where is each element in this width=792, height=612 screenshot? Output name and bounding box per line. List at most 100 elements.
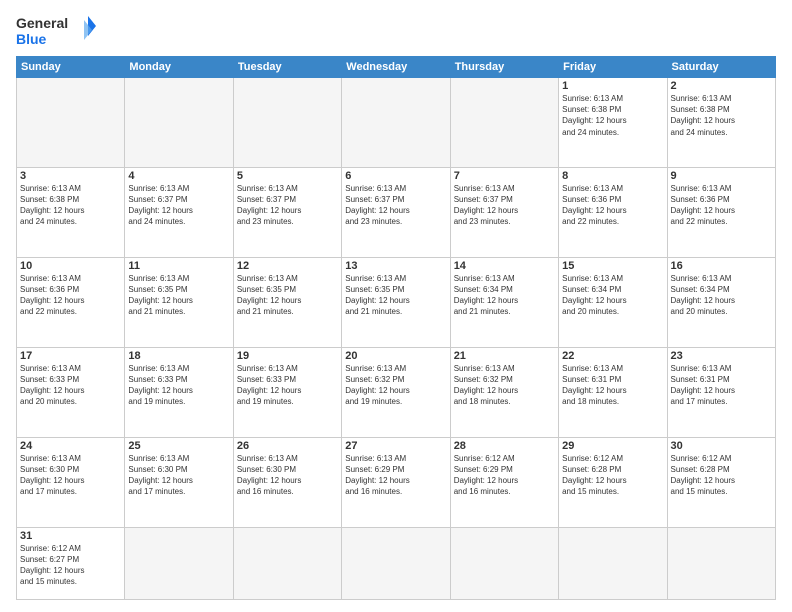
calendar-cell: 20Sunrise: 6:13 AM Sunset: 6:32 PM Dayli… bbox=[342, 347, 450, 437]
day-info: Sunrise: 6:13 AM Sunset: 6:34 PM Dayligh… bbox=[454, 273, 555, 318]
weekday-header-row: Sunday Monday Tuesday Wednesday Thursday… bbox=[17, 57, 776, 78]
calendar-cell: 6Sunrise: 6:13 AM Sunset: 6:37 PM Daylig… bbox=[342, 167, 450, 257]
day-number: 29 bbox=[562, 440, 663, 452]
calendar-table: Sunday Monday Tuesday Wednesday Thursday… bbox=[16, 56, 776, 600]
day-number: 19 bbox=[237, 350, 338, 362]
day-number: 18 bbox=[128, 350, 229, 362]
calendar-cell: 25Sunrise: 6:13 AM Sunset: 6:30 PM Dayli… bbox=[125, 437, 233, 527]
calendar-cell: 8Sunrise: 6:13 AM Sunset: 6:36 PM Daylig… bbox=[559, 167, 667, 257]
calendar-cell: 13Sunrise: 6:13 AM Sunset: 6:35 PM Dayli… bbox=[342, 257, 450, 347]
calendar-cell bbox=[125, 78, 233, 168]
day-number: 24 bbox=[20, 440, 121, 452]
calendar-cell bbox=[342, 78, 450, 168]
logo: General Blue bbox=[16, 12, 96, 50]
calendar-cell: 30Sunrise: 6:12 AM Sunset: 6:28 PM Dayli… bbox=[667, 437, 775, 527]
calendar-cell: 24Sunrise: 6:13 AM Sunset: 6:30 PM Dayli… bbox=[17, 437, 125, 527]
day-number: 28 bbox=[454, 440, 555, 452]
day-number: 10 bbox=[20, 260, 121, 272]
calendar-cell: 5Sunrise: 6:13 AM Sunset: 6:37 PM Daylig… bbox=[233, 167, 341, 257]
day-info: Sunrise: 6:13 AM Sunset: 6:30 PM Dayligh… bbox=[128, 453, 229, 498]
day-number: 8 bbox=[562, 170, 663, 182]
day-info: Sunrise: 6:13 AM Sunset: 6:38 PM Dayligh… bbox=[671, 93, 772, 138]
calendar-week-row: 3Sunrise: 6:13 AM Sunset: 6:38 PM Daylig… bbox=[17, 167, 776, 257]
day-number: 14 bbox=[454, 260, 555, 272]
day-info: Sunrise: 6:12 AM Sunset: 6:28 PM Dayligh… bbox=[562, 453, 663, 498]
day-number: 6 bbox=[345, 170, 446, 182]
day-info: Sunrise: 6:13 AM Sunset: 6:36 PM Dayligh… bbox=[671, 183, 772, 228]
calendar-cell: 3Sunrise: 6:13 AM Sunset: 6:38 PM Daylig… bbox=[17, 167, 125, 257]
calendar-cell bbox=[667, 527, 775, 599]
day-info: Sunrise: 6:13 AM Sunset: 6:33 PM Dayligh… bbox=[128, 363, 229, 408]
day-number: 21 bbox=[454, 350, 555, 362]
day-info: Sunrise: 6:13 AM Sunset: 6:34 PM Dayligh… bbox=[562, 273, 663, 318]
header-monday: Monday bbox=[125, 57, 233, 78]
day-number: 15 bbox=[562, 260, 663, 272]
day-number: 9 bbox=[671, 170, 772, 182]
day-number: 22 bbox=[562, 350, 663, 362]
calendar-cell bbox=[125, 527, 233, 599]
calendar-cell bbox=[17, 78, 125, 168]
calendar-cell: 21Sunrise: 6:13 AM Sunset: 6:32 PM Dayli… bbox=[450, 347, 558, 437]
day-number: 2 bbox=[671, 80, 772, 92]
day-info: Sunrise: 6:13 AM Sunset: 6:38 PM Dayligh… bbox=[20, 183, 121, 228]
day-number: 3 bbox=[20, 170, 121, 182]
day-number: 25 bbox=[128, 440, 229, 452]
day-info: Sunrise: 6:13 AM Sunset: 6:38 PM Dayligh… bbox=[562, 93, 663, 138]
calendar-week-row: 1Sunrise: 6:13 AM Sunset: 6:38 PM Daylig… bbox=[17, 78, 776, 168]
calendar-cell bbox=[559, 527, 667, 599]
day-info: Sunrise: 6:13 AM Sunset: 6:35 PM Dayligh… bbox=[237, 273, 338, 318]
day-number: 23 bbox=[671, 350, 772, 362]
day-info: Sunrise: 6:13 AM Sunset: 6:34 PM Dayligh… bbox=[671, 273, 772, 318]
header-tuesday: Tuesday bbox=[233, 57, 341, 78]
day-info: Sunrise: 6:13 AM Sunset: 6:30 PM Dayligh… bbox=[20, 453, 121, 498]
calendar-week-row: 24Sunrise: 6:13 AM Sunset: 6:30 PM Dayli… bbox=[17, 437, 776, 527]
day-number: 1 bbox=[562, 80, 663, 92]
calendar-cell: 12Sunrise: 6:13 AM Sunset: 6:35 PM Dayli… bbox=[233, 257, 341, 347]
calendar-cell bbox=[233, 527, 341, 599]
calendar-cell: 28Sunrise: 6:12 AM Sunset: 6:29 PM Dayli… bbox=[450, 437, 558, 527]
day-number: 17 bbox=[20, 350, 121, 362]
day-info: Sunrise: 6:13 AM Sunset: 6:37 PM Dayligh… bbox=[128, 183, 229, 228]
calendar-cell: 22Sunrise: 6:13 AM Sunset: 6:31 PM Dayli… bbox=[559, 347, 667, 437]
calendar-cell: 1Sunrise: 6:13 AM Sunset: 6:38 PM Daylig… bbox=[559, 78, 667, 168]
day-info: Sunrise: 6:13 AM Sunset: 6:37 PM Dayligh… bbox=[237, 183, 338, 228]
header-sunday: Sunday bbox=[17, 57, 125, 78]
calendar-cell: 23Sunrise: 6:13 AM Sunset: 6:31 PM Dayli… bbox=[667, 347, 775, 437]
calendar-cell bbox=[342, 527, 450, 599]
day-info: Sunrise: 6:13 AM Sunset: 6:37 PM Dayligh… bbox=[454, 183, 555, 228]
day-number: 13 bbox=[345, 260, 446, 272]
day-number: 27 bbox=[345, 440, 446, 452]
calendar-cell: 29Sunrise: 6:12 AM Sunset: 6:28 PM Dayli… bbox=[559, 437, 667, 527]
day-info: Sunrise: 6:13 AM Sunset: 6:33 PM Dayligh… bbox=[237, 363, 338, 408]
day-info: Sunrise: 6:13 AM Sunset: 6:33 PM Dayligh… bbox=[20, 363, 121, 408]
generalblue-logo-icon: General Blue bbox=[16, 12, 96, 50]
calendar-cell: 18Sunrise: 6:13 AM Sunset: 6:33 PM Dayli… bbox=[125, 347, 233, 437]
day-number: 12 bbox=[237, 260, 338, 272]
calendar-cell: 19Sunrise: 6:13 AM Sunset: 6:33 PM Dayli… bbox=[233, 347, 341, 437]
header-wednesday: Wednesday bbox=[342, 57, 450, 78]
day-number: 4 bbox=[128, 170, 229, 182]
day-info: Sunrise: 6:12 AM Sunset: 6:29 PM Dayligh… bbox=[454, 453, 555, 498]
calendar-cell: 4Sunrise: 6:13 AM Sunset: 6:37 PM Daylig… bbox=[125, 167, 233, 257]
svg-text:Blue: Blue bbox=[16, 31, 47, 47]
calendar-cell: 27Sunrise: 6:13 AM Sunset: 6:29 PM Dayli… bbox=[342, 437, 450, 527]
calendar-week-row: 10Sunrise: 6:13 AM Sunset: 6:36 PM Dayli… bbox=[17, 257, 776, 347]
header-saturday: Saturday bbox=[667, 57, 775, 78]
day-number: 7 bbox=[454, 170, 555, 182]
calendar-week-row: 17Sunrise: 6:13 AM Sunset: 6:33 PM Dayli… bbox=[17, 347, 776, 437]
calendar-cell: 11Sunrise: 6:13 AM Sunset: 6:35 PM Dayli… bbox=[125, 257, 233, 347]
calendar-cell bbox=[233, 78, 341, 168]
calendar-cell: 31Sunrise: 6:12 AM Sunset: 6:27 PM Dayli… bbox=[17, 527, 125, 599]
day-info: Sunrise: 6:13 AM Sunset: 6:35 PM Dayligh… bbox=[128, 273, 229, 318]
header-friday: Friday bbox=[559, 57, 667, 78]
day-info: Sunrise: 6:13 AM Sunset: 6:32 PM Dayligh… bbox=[345, 363, 446, 408]
day-number: 30 bbox=[671, 440, 772, 452]
day-number: 26 bbox=[237, 440, 338, 452]
day-number: 31 bbox=[20, 530, 121, 542]
svg-text:General: General bbox=[16, 15, 68, 31]
day-number: 20 bbox=[345, 350, 446, 362]
day-number: 11 bbox=[128, 260, 229, 272]
calendar-cell: 26Sunrise: 6:13 AM Sunset: 6:30 PM Dayli… bbox=[233, 437, 341, 527]
day-info: Sunrise: 6:13 AM Sunset: 6:36 PM Dayligh… bbox=[562, 183, 663, 228]
calendar-cell: 10Sunrise: 6:13 AM Sunset: 6:36 PM Dayli… bbox=[17, 257, 125, 347]
